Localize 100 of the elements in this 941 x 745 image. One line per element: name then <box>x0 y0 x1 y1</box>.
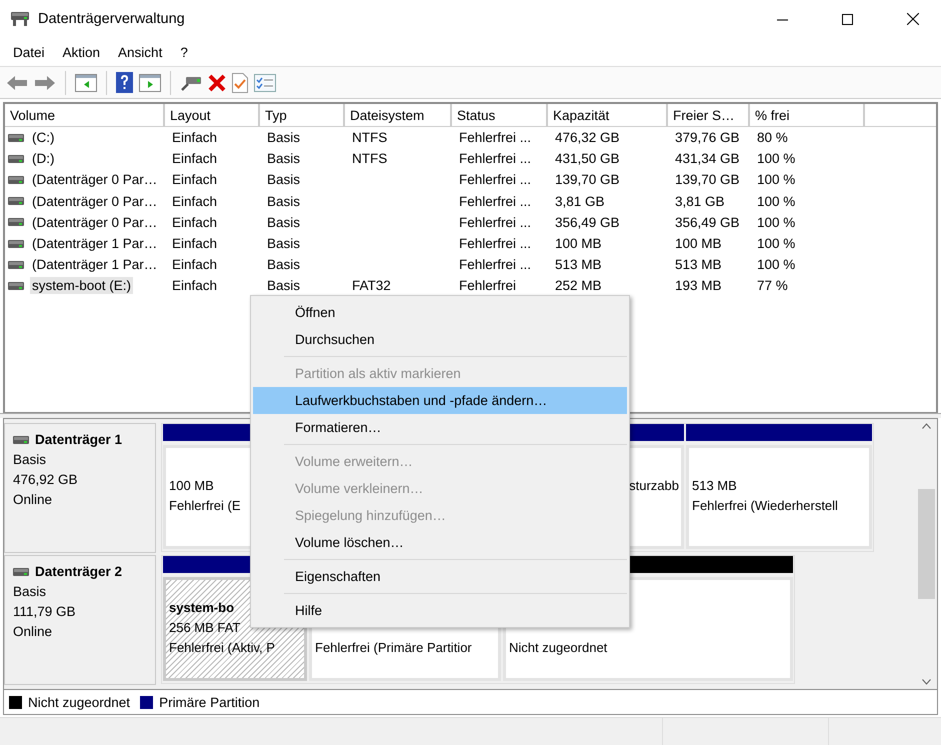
table-cell: 139,70 GB <box>555 172 620 188</box>
drive-icon <box>8 176 24 184</box>
drive-name[interactable]: (Datenträger 0 Par… <box>30 171 160 188</box>
menu-item[interactable]: Durchsuchen <box>253 326 627 353</box>
drive-icon <box>8 240 24 248</box>
disk-name: Datenträger 2 <box>35 563 122 581</box>
drive-name[interactable]: (Datenträger 1 Par… <box>30 235 160 252</box>
table-cell: Fehlerfrei ... <box>459 214 532 230</box>
table-cell: Einfach <box>172 130 218 146</box>
menu-item[interactable]: Ansicht <box>109 44 172 60</box>
disk-size: 476,92 GB <box>13 471 79 489</box>
forward-icon[interactable] <box>34 74 56 92</box>
partition-name: system-bo <box>169 599 234 617</box>
column-header[interactable]: Volume <box>5 104 165 127</box>
column-header[interactable]: Dateisystem <box>345 104 452 127</box>
table-cell: Basis <box>267 151 300 166</box>
table-cell: FAT32 <box>352 278 391 294</box>
drive-icon <box>8 197 24 206</box>
table-cell: 100 % <box>757 214 796 230</box>
partition-info: 100 MB <box>169 477 214 495</box>
disk-label-panel[interactable]: Datenträger 1 Basis 476,92 GB Online <box>4 423 156 553</box>
table-cell: 193 MB <box>675 278 722 294</box>
column-header[interactable]: Typ <box>260 104 345 127</box>
scrollbar-thumb[interactable] <box>918 489 934 599</box>
scroll-down-icon[interactable] <box>922 679 930 685</box>
table-cell: Fehlerfrei ... <box>459 130 532 146</box>
drive-name[interactable]: system-boot (E:) <box>30 277 134 294</box>
legend-label: Primäre Partition <box>159 694 260 710</box>
table-cell: Einfach <box>172 194 218 209</box>
partition-info: Fehlerfrei (Primäre Partitior <box>315 639 472 657</box>
table-cell: Fehlerfrei ... <box>459 236 532 252</box>
drive-name[interactable]: (Datenträger 1 Par… <box>30 256 160 274</box>
checked-document-icon[interactable] <box>232 72 248 92</box>
table-cell: Fehlerfrei <box>459 278 516 294</box>
drive-name[interactable]: (Datenträger 0 Par… <box>30 192 160 210</box>
table-cell: 431,34 GB <box>675 151 740 166</box>
table-cell: 100 MB <box>555 236 602 252</box>
menu-item[interactable]: Laufwerkbuchstaben und -pfade ändern… <box>253 387 627 414</box>
table-cell: 356,49 GB <box>555 214 620 230</box>
pane-icon[interactable] <box>139 74 161 92</box>
partition-info: Fehlerfrei (Wiederherstell <box>692 497 838 515</box>
drive-name[interactable]: (Datenträger 0 Par… <box>30 214 160 231</box>
disk-size: 111,79 GB <box>13 603 77 621</box>
drive-name[interactable]: (C:) <box>30 129 56 146</box>
menu-item[interactable]: ? <box>171 44 197 60</box>
table-cell: Einfach <box>172 257 218 272</box>
legend-swatch <box>140 696 154 708</box>
legend-label: Nicht zugeordnet <box>28 694 130 710</box>
column-header[interactable]: Kapazität <box>548 104 668 127</box>
table-cell: Basis <box>267 194 300 209</box>
menu-item[interactable]: Datei <box>4 44 54 60</box>
drive-icon <box>8 154 24 163</box>
drive-icon <box>8 282 24 290</box>
menu-item[interactable]: Aktion <box>54 44 110 60</box>
table-cell: 139,70 GB <box>675 172 740 188</box>
table-cell: 379,76 GB <box>675 130 740 146</box>
table-cell: 77 % <box>757 278 788 294</box>
table-cell: 513 MB <box>675 257 722 272</box>
drive-icon <box>13 568 29 576</box>
disk-label-panel[interactable]: Datenträger 2 Basis 111,79 GB Online <box>4 555 156 685</box>
partition-block[interactable]: 513 MB Fehlerfrei (Wiederherstell <box>686 445 872 549</box>
drive-name[interactable]: (D:) <box>30 150 56 168</box>
table-cell: Einfach <box>172 214 218 230</box>
disk-status: Online <box>13 623 54 641</box>
table-cell: Einfach <box>172 278 218 294</box>
table-cell: 356,49 GB <box>675 214 740 230</box>
table-cell: NTFS <box>352 130 388 146</box>
back-icon[interactable] <box>6 74 28 92</box>
drive-icon <box>8 218 24 226</box>
table-cell: 431,50 GB <box>555 151 620 166</box>
table-cell: Basis <box>267 130 300 146</box>
scroll-up-icon[interactable] <box>922 423 930 429</box>
pane-icon[interactable] <box>75 74 97 92</box>
table-cell: Einfach <box>172 172 218 188</box>
maximize-icon <box>842 14 853 24</box>
delete-icon[interactable] <box>208 74 226 92</box>
table-cell: Fehlerfrei ... <box>459 172 532 188</box>
menu-item[interactable]: Öffnen <box>253 299 627 326</box>
partition-info: 256 MB FAT <box>169 619 240 637</box>
drive-icon <box>13 436 29 444</box>
table-cell: 100 % <box>757 172 796 188</box>
checklist-icon[interactable] <box>254 74 276 92</box>
table-cell: Basis <box>267 278 300 294</box>
table-cell: 3,81 GB <box>675 194 725 209</box>
table-cell: 3,81 GB <box>555 194 605 209</box>
column-header[interactable]: Freier S… <box>668 104 750 127</box>
table-cell: 100 % <box>757 257 796 272</box>
disk-name: Datenträger 1 <box>35 431 122 449</box>
table-cell: 100 % <box>757 236 796 252</box>
help-icon[interactable] <box>116 72 133 93</box>
disk-type: Basis <box>13 583 48 601</box>
column-header[interactable]: Status <box>452 104 548 127</box>
legend-swatch <box>9 696 22 708</box>
table-cell: Einfach <box>172 236 218 252</box>
close-icon <box>906 13 918 25</box>
column-header[interactable]: Layout <box>165 104 260 127</box>
table-cell: Fehlerfrei ... <box>459 257 532 272</box>
menu-item[interactable]: Formatieren… <box>253 414 627 441</box>
table-cell: Basis <box>267 236 300 252</box>
column-header[interactable]: % frei <box>750 104 865 127</box>
